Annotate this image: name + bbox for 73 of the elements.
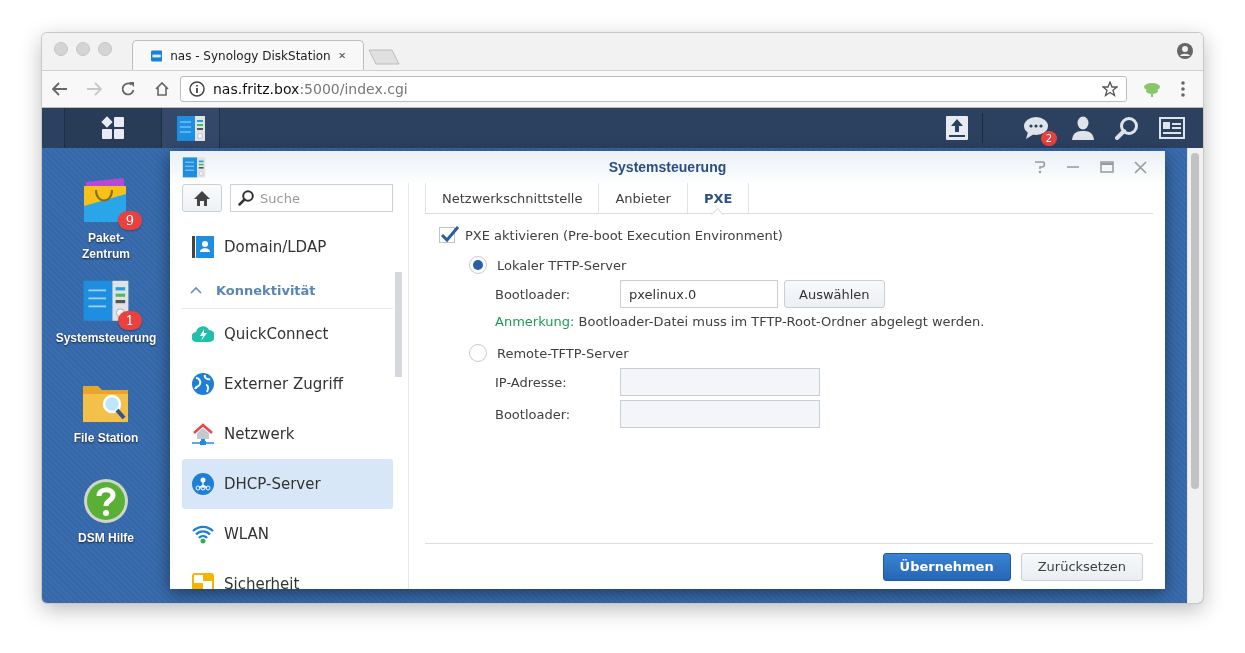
network-house-icon (192, 423, 214, 445)
url-host: nas.fritz.box (213, 81, 300, 97)
count-badge: 9 (117, 211, 142, 230)
sidebar-item[interactable]: Netzwerk (182, 409, 393, 459)
input-field[interactable]: pxelinux.0 (620, 280, 778, 308)
main-menu-button[interactable] (64, 108, 162, 148)
window-title: Systemsteuerung (608, 159, 727, 175)
home-icon (194, 190, 210, 206)
checkbox-label[interactable]: PXE aktivieren (Pre-boot Execution Environment) (465, 227, 783, 243)
apps-grid-icon (101, 116, 125, 140)
control-panel-icon (175, 113, 206, 143)
url-path: :5000/index.cgi (299, 81, 408, 97)
contact-card-icon (192, 236, 214, 258)
reload-icon[interactable] (120, 81, 136, 97)
menu-icon[interactable] (1181, 81, 1185, 97)
sidebar-item[interactable]: Sicherheit (182, 559, 393, 589)
scrollbar[interactable] (1187, 148, 1203, 603)
close-icon[interactable] (338, 51, 345, 60)
user-icon[interactable] (1071, 116, 1095, 140)
home-icon[interactable] (154, 81, 170, 97)
maximize-icon[interactable] (1100, 161, 1114, 173)
desktop-icon-label[interactable]: DSM Hilfe (78, 530, 134, 546)
star-icon[interactable] (1102, 81, 1118, 97)
field-label: IP-Adresse: (495, 374, 567, 390)
back-icon[interactable] (52, 82, 68, 96)
apply-button[interactable]: Übernehmen (882, 552, 1011, 581)
sidebar-item[interactable]: Externer Zugriff (182, 359, 393, 409)
desktop-icon-label[interactable]: File Station (73, 430, 139, 446)
note-text: Anmerkung: Bootloader-Datei muss im TFTP-Root-Ordner abgelegt werden. (495, 314, 986, 331)
radio-button[interactable] (469, 344, 487, 362)
search-icon[interactable] (1115, 116, 1139, 140)
home-button[interactable] (182, 184, 222, 212)
info-icon (189, 81, 205, 97)
sidebar-item[interactable]: WLAN (182, 509, 393, 559)
wifi-icon (192, 524, 214, 544)
field-label: Bootloader: (495, 406, 571, 422)
select-button[interactable]: Auswählen (784, 280, 885, 308)
chat-icon[interactable] (1023, 116, 1049, 140)
chevron-icon[interactable] (190, 286, 202, 294)
tab[interactable]: Netzwerkschnittstelle (425, 183, 599, 213)
control-panel-icon (182, 155, 206, 179)
radio-button[interactable] (469, 256, 487, 274)
checkmark-icon (440, 224, 460, 244)
address-field[interactable]: nas.fritz.box:5000/index.cgi (180, 76, 1127, 102)
widgets-icon[interactable] (1159, 117, 1185, 139)
tab[interactable]: Anbieter (598, 183, 687, 213)
scrollbar-thumb[interactable] (395, 272, 402, 377)
sidebar-item[interactable]: QuickConnect (182, 309, 393, 359)
section-header[interactable]: Konnektivität (216, 282, 316, 298)
upload-icon[interactable] (946, 116, 968, 140)
dhcp-icon (192, 473, 214, 495)
sidebar-item[interactable]: DHCP-Server (182, 459, 393, 509)
favicon-icon (151, 47, 163, 64)
sidebar-item[interactable]: Domain/LDAP (182, 222, 393, 272)
taskbar-app-button[interactable] (162, 108, 220, 148)
search-icon (238, 190, 254, 206)
radio-label[interactable]: Lokaler TFTP-Server (497, 257, 627, 273)
search-field[interactable]: Suche (230, 184, 393, 212)
help-icon (83, 478, 129, 524)
radio-label[interactable]: Remote-TFTP-Server (497, 345, 629, 361)
desktop-icon-label[interactable]: Systemsteuerung (55, 330, 157, 346)
profile-icon[interactable] (1177, 43, 1193, 59)
help-icon[interactable] (1034, 160, 1046, 174)
desktop-icon-label[interactable]: Paket-Zentrum (65, 230, 147, 262)
cloud-bolt-icon (192, 324, 214, 344)
tab-title: nas - Synology DiskStation (170, 48, 331, 63)
close-icon[interactable] (1134, 160, 1147, 174)
count-badge: 1 (117, 311, 142, 330)
globe-icon (192, 373, 214, 395)
browser-tab[interactable]: nas - Synology DiskStation (132, 40, 364, 70)
reset-button[interactable]: Zurücksetzen (1020, 552, 1143, 581)
notification-badge: 2 (1040, 131, 1057, 146)
field-label: Bootloader: (495, 286, 571, 302)
